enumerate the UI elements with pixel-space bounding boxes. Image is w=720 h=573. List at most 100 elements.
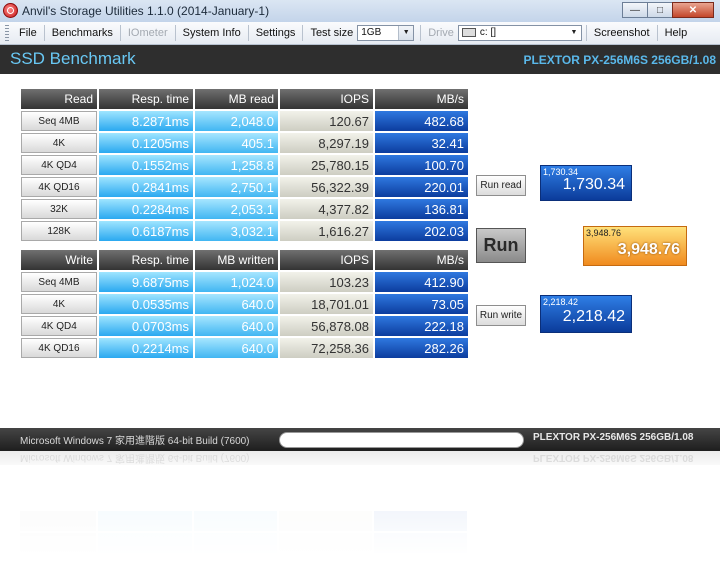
test-button-4k-qd4[interactable]: 4K QD4 (21, 155, 97, 175)
menu-separator (302, 25, 304, 41)
resp-time-cell: 0.2841ms (99, 177, 193, 197)
total-score-value: 3,948.76 (617, 241, 680, 258)
maximize-button[interactable]: □ (647, 2, 673, 18)
test-size-label: Test size (310, 27, 354, 39)
resp-time-cell: 0.1552ms (99, 155, 193, 175)
chevron-down-icon[interactable]: ▼ (566, 26, 581, 40)
resp-time-cell: 0.2284ms (99, 199, 193, 219)
test-button-128k[interactable]: 128K (21, 221, 97, 241)
mb-cell: 2,048.0 (195, 111, 278, 131)
mbs-cell: 136.81 (375, 199, 468, 219)
iops-cell: 8,297.19 (280, 133, 373, 153)
iops-cell: 56,878.08 (280, 316, 373, 336)
run-read-button[interactable]: Run read (476, 175, 526, 196)
drive-icon (461, 27, 476, 37)
iops-cell: 4,377.82 (280, 199, 373, 219)
write-score-value: 2,218.42 (562, 308, 625, 325)
test-button-4k-qd4[interactable]: 4K QD4 (21, 316, 97, 336)
mb-cell: 640.0 (195, 338, 278, 358)
iops-cell: 120.67 (280, 111, 373, 131)
test-button-32k[interactable]: 32K (21, 199, 97, 219)
column-header: IOPS (280, 250, 373, 270)
menu-screenshot[interactable]: Screenshot (588, 24, 656, 42)
menu-iometer[interactable]: IOmeter (122, 24, 174, 42)
mbs-cell: 482.68 (375, 111, 468, 131)
menu-settings[interactable]: Settings (250, 24, 302, 42)
total-score-small: 3,948.76 (586, 228, 622, 238)
table-row: 4K QD4 0.0703ms 640.0 56,878.08 222.18 (20, 315, 469, 337)
menu-separator (656, 25, 658, 41)
mb-cell: 1,258.8 (195, 155, 278, 175)
test-button-seq-4mb[interactable]: Seq 4MB (21, 272, 97, 292)
resp-time-cell: 8.2871ms (99, 111, 193, 131)
mb-cell: 640.0 (195, 294, 278, 314)
resp-time-cell: 0.1205ms (99, 133, 193, 153)
mbs-cell: 100.70 (375, 155, 468, 175)
run-button[interactable]: Run (476, 228, 526, 263)
column-header: Write (21, 250, 97, 270)
mb-cell: 1,024.0 (195, 272, 278, 292)
menu-system-info[interactable]: System Info (177, 24, 247, 42)
app-window: Anvil's Storage Utilities 1.1.0 (2014-Ja… (0, 0, 720, 573)
menu-separator (174, 25, 176, 41)
mbs-cell: 282.26 (375, 338, 468, 358)
run-write-button[interactable]: Run write (476, 305, 526, 326)
table-row: 4K QD4 0.1552ms 1,258.8 25,780.15 100.70 (20, 154, 469, 176)
status-bar: Microsoft Windows 7 家用進階版 64-bit Build (… (0, 428, 720, 451)
menu-separator (43, 25, 45, 41)
column-header: MB/s (375, 250, 468, 270)
test-button-4k-qd16[interactable]: 4K QD16 (21, 177, 97, 197)
minimize-button[interactable]: — (622, 2, 648, 18)
mbs-cell: 222.18 (375, 316, 468, 336)
table-row: Seq 4MB 9.6875ms 1,024.0 103.23 412.90 (20, 271, 469, 293)
iops-cell: 103.23 (280, 272, 373, 292)
read-score: 1,730.34 1,730.34 (540, 165, 632, 201)
drive-value: c: [] (479, 27, 497, 38)
page-title: SSD Benchmark (10, 49, 136, 68)
resp-time-cell: 0.6187ms (99, 221, 193, 241)
menu-separator (420, 25, 422, 41)
resp-time-cell: 0.0703ms (99, 316, 193, 336)
read-results-table: Read Resp. time MB read IOPS MB/s Seq 4M… (20, 88, 469, 242)
drive-select[interactable]: c: [] ▼ (457, 25, 582, 41)
test-button-4k[interactable]: 4K (21, 294, 97, 314)
test-size-select[interactable]: 1GB ▼ (357, 25, 415, 41)
toolbar-grip-icon[interactable] (5, 25, 9, 41)
table-header-row: Read Resp. time MB read IOPS MB/s (20, 88, 469, 110)
close-button[interactable]: ✕ (672, 2, 714, 18)
benchmark-header: SSD Benchmark PLEXTOR PX-256M6S 256GB/1.… (0, 45, 720, 74)
test-button-4k-qd16[interactable]: 4K QD16 (21, 338, 97, 358)
progress-bar (279, 432, 524, 448)
mbs-cell: 73.05 (375, 294, 468, 314)
table-header-row: Write Resp. time MB written IOPS MB/s (20, 249, 469, 271)
chevron-down-icon[interactable]: ▼ (398, 26, 414, 40)
resp-time-cell: 9.6875ms (99, 272, 193, 292)
menu-file[interactable]: File (13, 24, 43, 42)
drive-label: Drive (428, 27, 454, 39)
column-header: MB written (195, 250, 278, 270)
mb-cell: 2,750.1 (195, 177, 278, 197)
menu-separator (119, 25, 121, 41)
table-row: Seq 4MB 8.2871ms 2,048.0 120.67 482.68 (20, 110, 469, 132)
menu-separator (585, 25, 587, 41)
window-controls: — □ ✕ (622, 2, 714, 18)
read-score-value: 1,730.34 (562, 176, 625, 193)
table-row: 4K QD16 0.2841ms 2,750.1 56,322.39 220.0… (20, 176, 469, 198)
device-name: PLEXTOR PX-256M6S 256GB/1.08 (523, 53, 716, 67)
mbs-cell: 220.01 (375, 177, 468, 197)
test-button-4k[interactable]: 4K (21, 133, 97, 153)
os-info: Microsoft Windows 7 家用進階版 64-bit Build (… (20, 436, 250, 447)
resp-time-cell: 0.0535ms (99, 294, 193, 314)
total-score: 3,948.76 3,948.76 (583, 226, 687, 266)
menu-benchmarks[interactable]: Benchmarks (46, 24, 119, 42)
mb-cell: 405.1 (195, 133, 278, 153)
window-title: Anvil's Storage Utilities 1.1.0 (2014-Ja… (22, 4, 270, 18)
write-score: 2,218.42 2,218.42 (540, 295, 632, 333)
table-row: 4K 0.1205ms 405.1 8,297.19 32.41 (20, 132, 469, 154)
menu-help[interactable]: Help (659, 24, 694, 42)
menu-separator (247, 25, 249, 41)
iops-cell: 72,258.36 (280, 338, 373, 358)
table-row: 32K 0.2284ms 2,053.1 4,377.82 136.81 (20, 198, 469, 220)
test-button-seq-4mb[interactable]: Seq 4MB (21, 111, 97, 131)
write-results-table: Write Resp. time MB written IOPS MB/s Se… (20, 249, 469, 359)
